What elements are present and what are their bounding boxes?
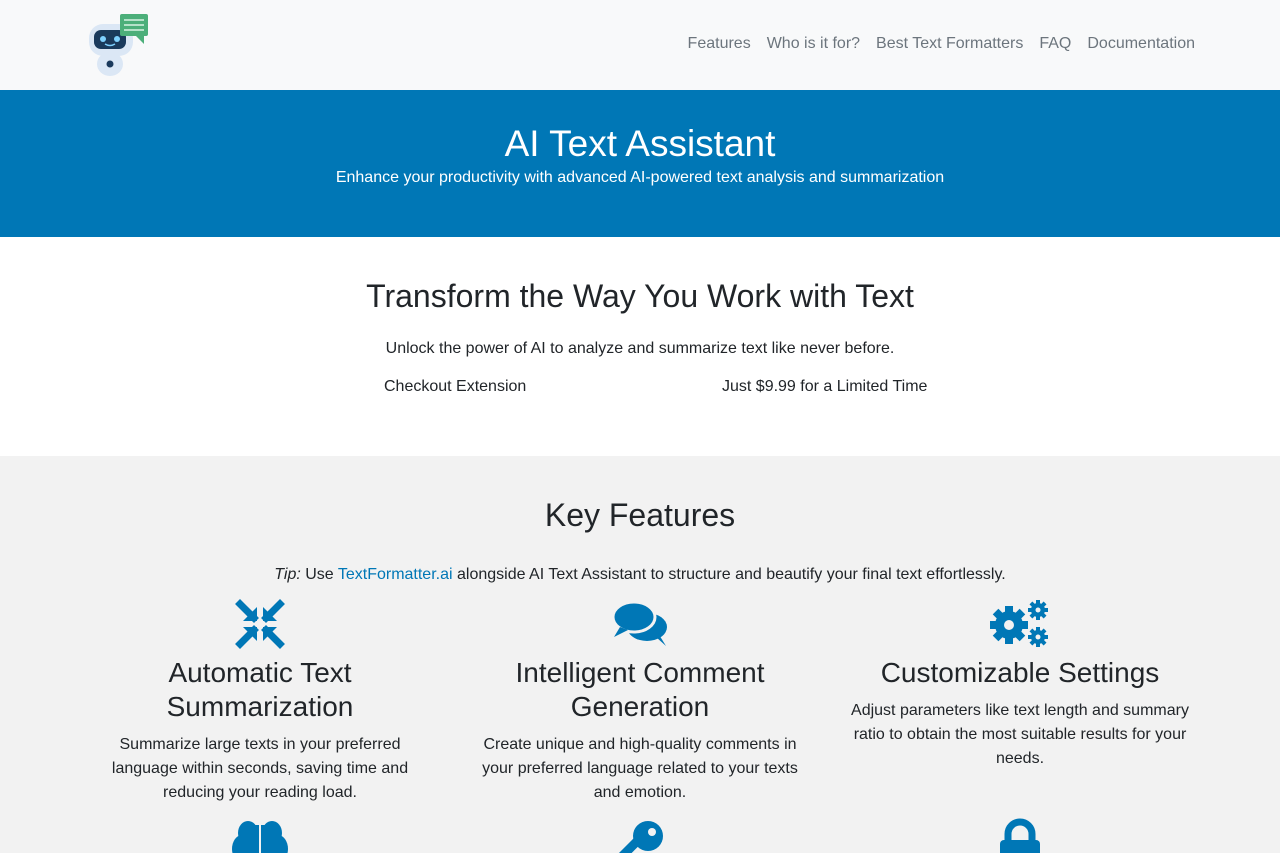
hero-title: AI Text Assistant <box>504 123 776 164</box>
intro-title: Transform the Way You Work with Text <box>366 278 914 314</box>
tip-post: alongside AI Text Assistant to structure… <box>452 566 1006 583</box>
feature-title: Intelligent Comment Generation <box>515 657 765 722</box>
nav-link-faq[interactable]: FAQ <box>1039 34 1071 54</box>
nav-link-features[interactable]: Features <box>688 34 751 54</box>
hero-banner: AI Text Assistant Enhance your productiv… <box>0 90 1280 237</box>
intro-subtitle: Unlock the power of AI to analyze and su… <box>385 340 895 357</box>
feature-title: Automatic Text Summarization <box>166 657 354 722</box>
nav-link-best-text-formatters[interactable]: Best Text Formatters <box>876 34 1023 54</box>
feature-card-brain <box>90 816 430 853</box>
hero-subtitle: Enhance your productivity with advanced … <box>335 169 945 186</box>
compress-arrows-icon <box>90 596 430 652</box>
tip-pre: Use <box>300 566 338 583</box>
cogs-icon <box>850 596 1190 652</box>
feature-description: Adjust parameters like text length and s… <box>851 702 1189 767</box>
comments-icon <box>470 596 810 652</box>
feature-card-lock <box>850 816 1190 853</box>
brain-icon <box>90 816 430 853</box>
feature-card-key <box>470 816 810 853</box>
feature-card-settings: Customizable Settings Adjust parameters … <box>850 596 1190 771</box>
features-tip: Tip: Use TextFormatter.ai alongside AI T… <box>0 564 1280 586</box>
navbar: Features Who is it for? Best Text Format… <box>0 0 1280 90</box>
nav-link-documentation[interactable]: Documentation <box>1087 34 1195 54</box>
key-features-section: Key Features Tip: Use TextFormatter.ai a… <box>0 456 1280 853</box>
tip-label: Tip: <box>274 566 301 583</box>
feature-description: Create unique and high-quality comments … <box>482 736 798 801</box>
nav-link-who-is-it-for[interactable]: Who is it for? <box>767 34 860 54</box>
features-title: Key Features <box>544 497 736 533</box>
feature-card-summarization: Automatic Text Summarization Summarize l… <box>90 596 430 805</box>
checkout-extension-link[interactable]: Checkout Extension <box>384 378 526 396</box>
cta-row: Checkout Extension Just $9.99 for a Limi… <box>0 378 1280 400</box>
intro-section: Transform the Way You Work with Text Unl… <box>0 237 1280 456</box>
feature-description: Summarize large texts in your preferred … <box>111 736 409 801</box>
robot-logo-icon[interactable] <box>84 14 150 78</box>
lock-icon <box>850 816 1190 853</box>
nav-links: Features Who is it for? Best Text Format… <box>688 34 1195 54</box>
price-note: Just $9.99 for a Limited Time <box>722 378 928 395</box>
key-icon <box>470 816 810 853</box>
feature-title: Customizable Settings <box>880 657 1160 688</box>
feature-card-comments: Intelligent Comment Generation Create un… <box>470 596 810 805</box>
textformatter-link[interactable]: TextFormatter.ai <box>338 566 453 583</box>
